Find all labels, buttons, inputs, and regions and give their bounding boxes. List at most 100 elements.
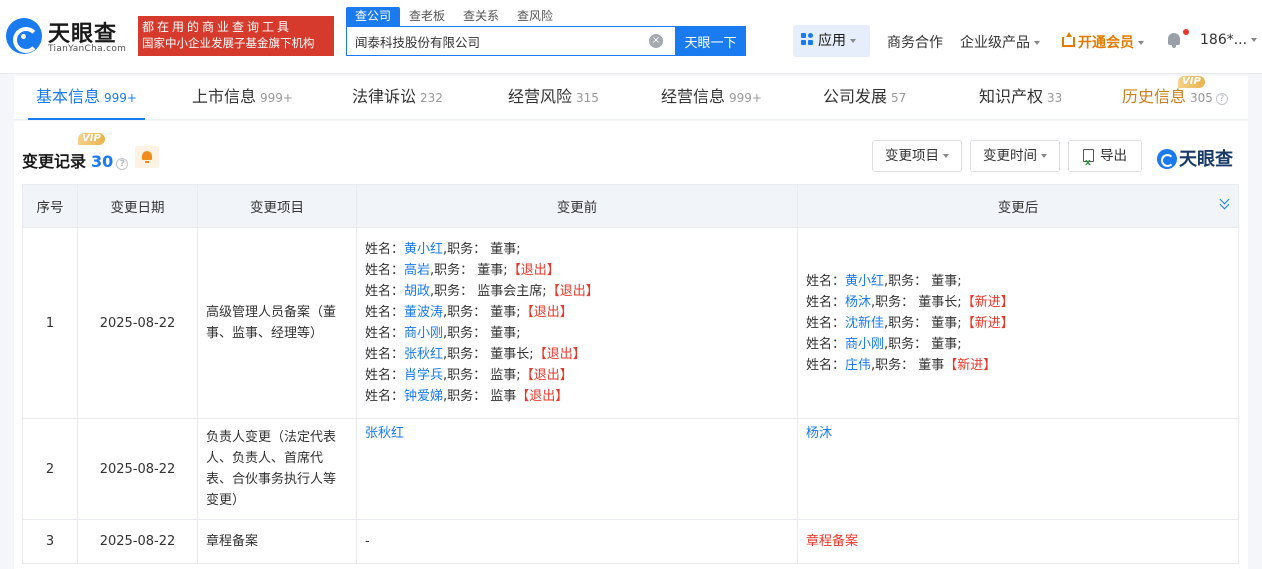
cell-after: 姓名：黄小红,职务： 董事; 姓名：杨沐,职务： 董事长;【新进】 姓名：沈新佳… xyxy=(797,227,1239,419)
watermark-text: 天眼查 xyxy=(1179,149,1233,170)
filter-change-time[interactable]: 变更时间 xyxy=(970,140,1060,172)
label: 姓名： xyxy=(365,305,405,320)
filter-item-label: 变更项目 xyxy=(885,148,939,164)
person-link[interactable]: 庄伟 xyxy=(845,358,871,373)
person-line: 姓名：董波涛,职务： 董事;【退出】 xyxy=(365,302,789,323)
user-name: 186*... xyxy=(1200,32,1248,48)
charter-link[interactable]: 章程备案 xyxy=(806,534,858,549)
person-link[interactable]: 高岩 xyxy=(404,263,430,278)
grid-icon xyxy=(801,33,814,46)
record-count: 30 xyxy=(91,152,114,171)
cell-before: 姓名：黄小红,职务： 董事; 姓名：高岩,职务： 董事;【退出】 姓名：胡政,职… xyxy=(356,227,798,419)
tianyancha-watermark: 天眼查 xyxy=(1157,145,1233,170)
search-input[interactable] xyxy=(347,27,637,55)
person-link[interactable]: 商小刚 xyxy=(845,337,884,352)
role: ,职务： 董事长; xyxy=(443,347,534,362)
user-menu[interactable]: 186*... xyxy=(1200,32,1258,48)
bell-icon[interactable] xyxy=(1167,32,1181,48)
person-link[interactable]: 董波涛 xyxy=(404,305,443,320)
tab-count: 232 xyxy=(420,91,443,105)
person-link[interactable]: 钟爱娣 xyxy=(404,389,443,404)
nav-business[interactable]: 商务合作 xyxy=(887,32,943,52)
header-after-label: 变更后 xyxy=(997,200,1039,216)
role: ,职务： 监事 xyxy=(443,389,517,404)
nav-member[interactable]: 开通会员 xyxy=(1062,32,1144,52)
apps-label: 应用 xyxy=(818,33,846,49)
person-link[interactable]: 黄小红 xyxy=(404,242,443,257)
table-row: 2 2025-08-22 负责人变更（法定代表人、负责人、首席代表、合伙事务执行… xyxy=(22,418,1239,520)
filter-change-item[interactable]: 变更项目 xyxy=(872,140,962,172)
label: 姓名： xyxy=(365,368,405,383)
tab-count: 999+ xyxy=(729,91,762,105)
clear-icon[interactable]: × xyxy=(649,34,663,48)
role: ,职务： 董事; xyxy=(884,315,962,331)
cell-item: 章程备案 xyxy=(197,519,357,564)
cell-before: 张秋红 xyxy=(356,418,798,520)
search-button[interactable]: 天眼一下 xyxy=(675,26,746,56)
person-line: 姓名：胡政,职务： 监事会主席;【退出】 xyxy=(365,281,789,302)
exit-tag: 【退出】 xyxy=(516,389,569,404)
tab-business-risk[interactable]: 经营风险 315 xyxy=(508,76,599,120)
person-line: 姓名：肖学兵,职务： 监事;【退出】 xyxy=(365,365,789,386)
search-tab-risk[interactable]: 查风险 xyxy=(508,7,562,26)
person-link[interactable]: 胡政 xyxy=(404,284,430,299)
export-button[interactable]: 导出 xyxy=(1068,140,1142,178)
person-line: 姓名：高岩,职务： 董事;【退出】 xyxy=(365,260,789,281)
exit-tag: 【退出】 xyxy=(546,284,599,299)
person-link[interactable]: 张秋红 xyxy=(365,426,404,441)
help-icon[interactable]: ? xyxy=(1215,93,1228,105)
cell-date: 2025-08-22 xyxy=(77,519,198,564)
slogan-banner[interactable]: 都在用的商业查询工具 国家中小企业发展子基金旗下机构 xyxy=(138,16,334,56)
tab-listing-info[interactable]: 上市信息 999+ xyxy=(192,76,293,120)
chevron-down-icon xyxy=(850,39,856,43)
label: 姓名： xyxy=(365,326,405,341)
change-records-panel: VIP 变更记录30? 变更项目 变更时间 导出 天眼查 序号 变更日期 变更项… xyxy=(14,121,1248,569)
tab-history[interactable]: 历史信息 305? xyxy=(1122,76,1228,120)
person-link[interactable]: 黄小红 xyxy=(845,274,884,289)
site-logo[interactable]: 天眼查 TianYanCha.com xyxy=(6,16,132,56)
change-records-table: 序号 变更日期 变更项目 变更前 变更后 1 2025-08-22 高级管理人员… xyxy=(22,184,1239,564)
help-icon[interactable]: ? xyxy=(116,158,129,170)
role: ,职务： 董事; xyxy=(443,242,521,257)
apps-menu-button[interactable]: 应用 xyxy=(793,25,870,57)
search-tab-boss[interactable]: 查老板 xyxy=(400,7,454,26)
section-title: 变更记录 30? xyxy=(22,148,129,172)
label: 姓名： xyxy=(806,315,846,331)
tab-business-info[interactable]: 经营信息 999+ xyxy=(661,76,762,120)
tab-count: 305 xyxy=(1190,91,1213,105)
slogan-line2: 国家中小企业发展子基金旗下机构 xyxy=(142,36,315,50)
collapse-chevron-icon[interactable] xyxy=(1220,198,1230,208)
exit-tag: 【退出】 xyxy=(520,368,573,383)
search-tab-company[interactable]: 查公司 xyxy=(346,7,401,26)
exit-tag: 【退出】 xyxy=(507,263,560,278)
subscribe-bell-button[interactable] xyxy=(135,146,159,168)
search-tab-relation[interactable]: 查关系 xyxy=(454,7,508,26)
tab-legal[interactable]: 法律诉讼 232 xyxy=(352,76,443,120)
person-link[interactable]: 肖学兵 xyxy=(404,368,443,383)
person-line: 姓名：张秋红,职务： 董事长;【退出】 xyxy=(365,344,789,365)
filter-time-label: 变更时间 xyxy=(983,148,1037,164)
header-date: 变更日期 xyxy=(77,184,198,228)
excel-icon xyxy=(1083,148,1094,178)
person-link[interactable]: 沈新佳 xyxy=(845,316,884,331)
tab-ip[interactable]: 知识产权 33 xyxy=(979,76,1062,120)
tab-label: 上市信息 xyxy=(192,87,257,106)
tab-label: 知识产权 xyxy=(979,87,1044,106)
nav-enterprise[interactable]: 企业级产品 xyxy=(960,32,1040,52)
cell-before: - xyxy=(356,519,798,564)
chevron-down-icon xyxy=(1034,41,1040,45)
logo-eye-icon xyxy=(1157,149,1177,169)
tab-basic-info[interactable]: 基本信息 999+ xyxy=(28,76,145,120)
person-link[interactable]: 张秋红 xyxy=(404,347,443,362)
person-link[interactable]: 商小刚 xyxy=(404,326,443,341)
tab-development[interactable]: 公司发展 57 xyxy=(823,76,906,120)
label: 姓名： xyxy=(806,273,846,289)
person-line: 姓名：庄伟,职务： 董事【新进】 xyxy=(806,355,1230,376)
nav-member-label: 开通会员 xyxy=(1078,35,1134,51)
label: 姓名： xyxy=(365,347,405,362)
person-link[interactable]: 杨沐 xyxy=(806,426,832,441)
role: ,职务： 监事会主席; xyxy=(430,284,547,299)
person-line: 姓名：黄小红,职务： 董事; xyxy=(365,239,789,260)
label: 姓名： xyxy=(806,336,846,352)
person-link[interactable]: 杨沐 xyxy=(845,295,871,310)
